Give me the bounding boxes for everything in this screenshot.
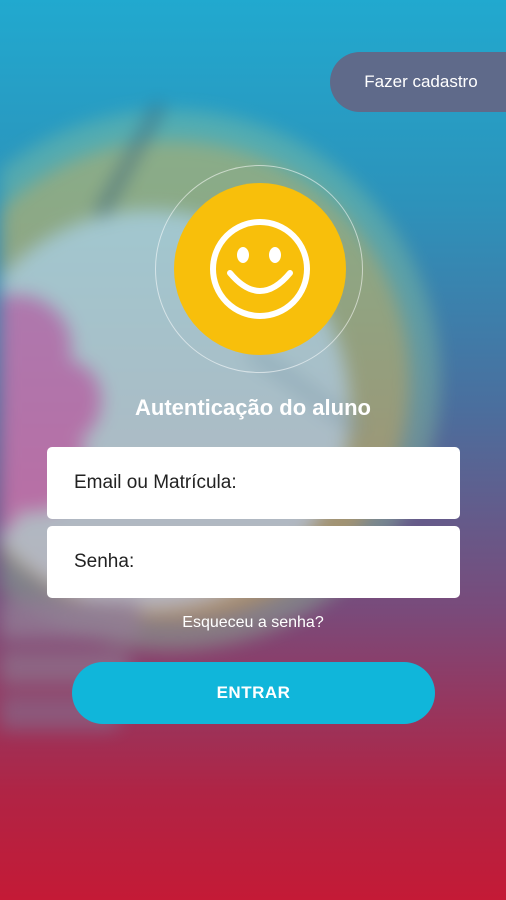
login-submit-button[interactable]: ENTRAR (72, 662, 435, 724)
forgot-password-link[interactable]: Esqueceu a senha? (0, 614, 506, 632)
signup-button[interactable]: Fazer cadastro (330, 52, 506, 112)
login-title: Autenticação do aluno (135, 395, 371, 420)
login-submit-label: ENTRAR (216, 683, 291, 702)
email-field[interactable] (47, 447, 460, 519)
signup-button-label: Fazer cadastro (364, 72, 478, 91)
password-field[interactable] (47, 526, 460, 598)
email-input[interactable] (74, 472, 460, 494)
password-input[interactable] (74, 551, 460, 573)
smiley-face-icon (210, 219, 310, 319)
